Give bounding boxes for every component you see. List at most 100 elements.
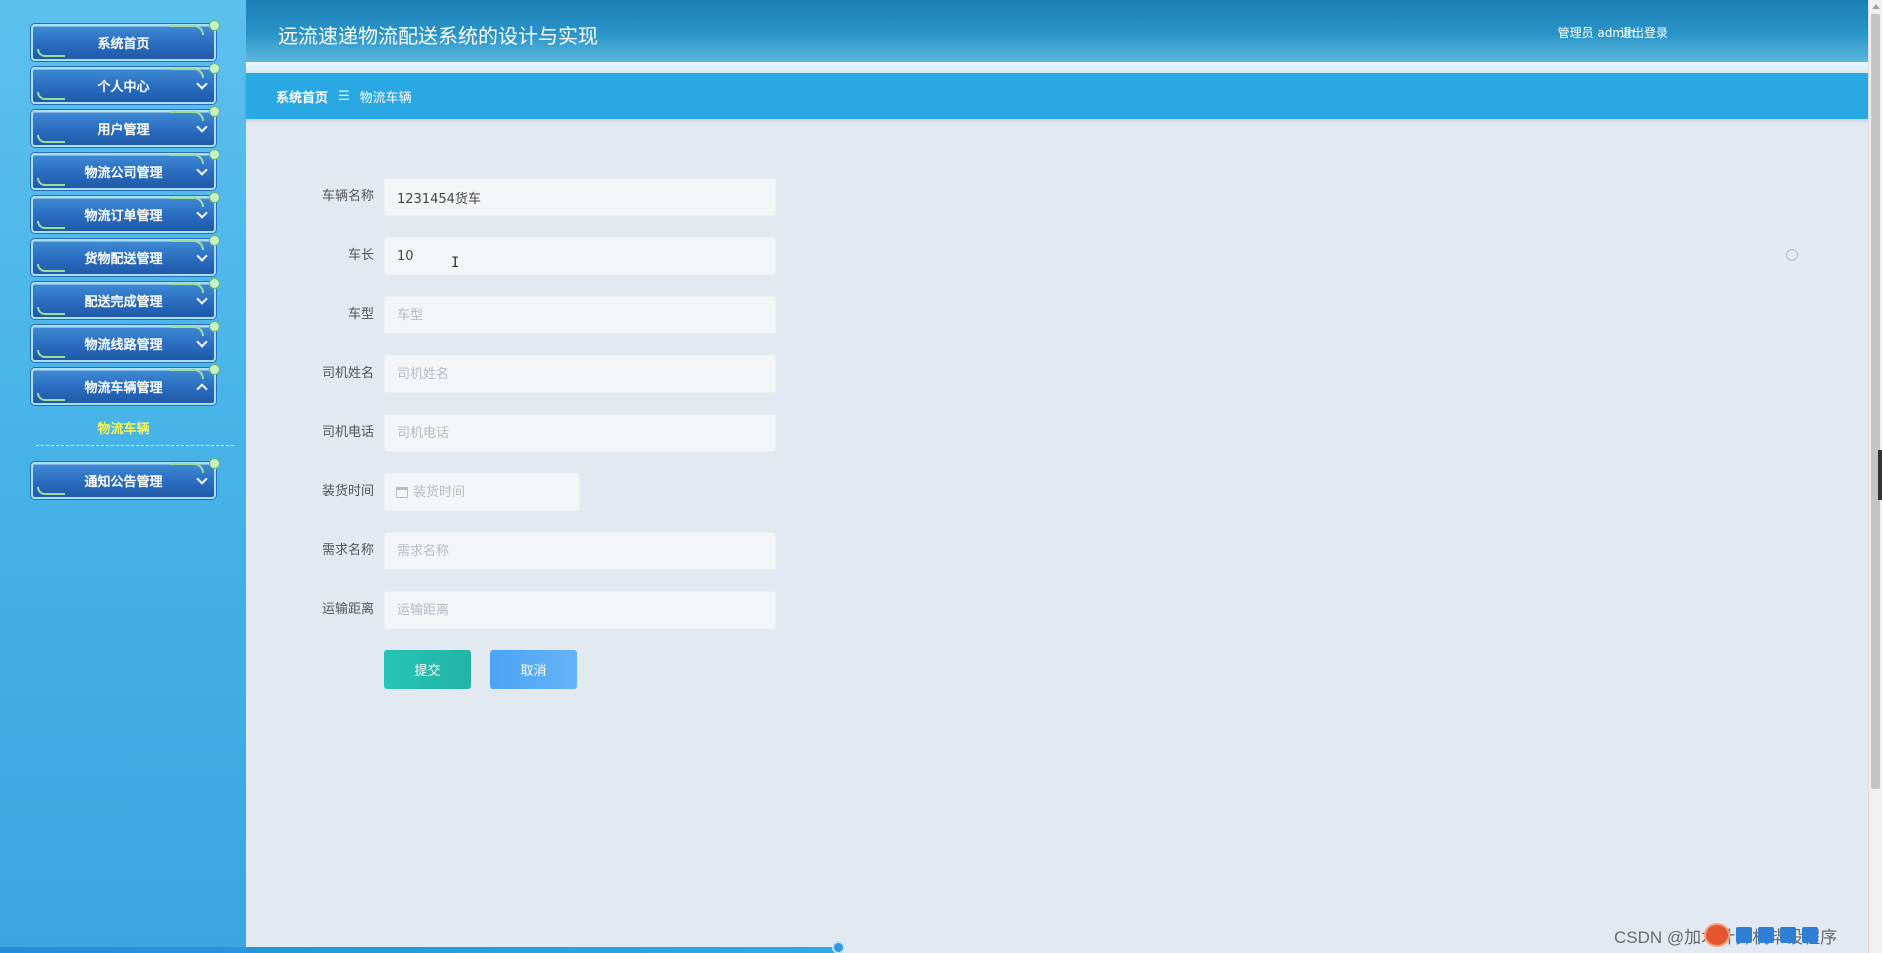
form-label: 装货时间 xyxy=(321,484,374,499)
ornament-icon xyxy=(37,135,65,143)
sidebar-item-label: 货物配送管理 xyxy=(84,252,163,267)
sidebar-subitem-vehicles[interactable]: 物流车辆 xyxy=(31,418,216,438)
sidebar-item-label: 通知公告管理 xyxy=(84,475,163,490)
sidebar-item-delivery[interactable]: 货物配送管理 xyxy=(31,235,220,276)
breadcrumb-separator-icon: ☰ xyxy=(338,88,350,104)
chevron-down-icon xyxy=(196,78,208,90)
submit-button[interactable]: 提交 xyxy=(384,650,471,689)
app-title: 远流速递物流配送系统的设计与实现 xyxy=(278,24,598,48)
sidebar-item-completed[interactable]: 配送完成管理 xyxy=(31,278,220,319)
sidebar-item-label: 个人中心 xyxy=(97,80,150,95)
ornament-dot-icon xyxy=(209,235,220,246)
tray-icon[interactable] xyxy=(1758,927,1774,943)
progress-knob[interactable] xyxy=(832,941,845,953)
header-divider xyxy=(246,62,1868,73)
chevron-down-icon xyxy=(196,336,208,348)
tray-icon[interactable] xyxy=(1736,927,1752,943)
sidebar-item-label: 物流车辆管理 xyxy=(84,381,163,396)
vehicle-length-input[interactable] xyxy=(384,237,776,275)
sidebar-item-label: 用户管理 xyxy=(97,123,150,138)
ornament-dot-icon xyxy=(209,192,220,203)
sidebar-item-routes[interactable]: 物流线路管理 xyxy=(31,321,220,362)
chevron-down-icon xyxy=(196,250,208,262)
sidebar-item-label: 系统首页 xyxy=(97,37,150,52)
ornament-icon xyxy=(37,92,65,100)
ornament-icon xyxy=(170,326,204,336)
distance-input[interactable] xyxy=(384,591,776,629)
sidebar: 系统首页 个人中心 用户管理 物流公司管理 物流订单管理 货物配送管理 配送完成… xyxy=(0,0,246,953)
sidebar-divider xyxy=(36,445,234,446)
ornament-icon xyxy=(170,154,204,164)
sidebar-item-orders[interactable]: 物流订单管理 xyxy=(31,192,220,233)
csdn-logo-icon xyxy=(1704,923,1730,947)
breadcrumb: 系统首页 ☰ 物流车辆 xyxy=(246,73,1868,119)
sidebar-item-notices[interactable]: 通知公告管理 xyxy=(31,458,220,499)
scroll-up-icon[interactable] xyxy=(1872,4,1880,9)
ornament-dot-icon xyxy=(209,149,220,160)
tray-icon[interactable] xyxy=(1780,927,1796,943)
ornament-icon xyxy=(170,283,204,293)
system-tray xyxy=(1704,921,1868,949)
form-label: 车型 xyxy=(347,307,374,322)
ornament-dot-icon xyxy=(209,20,220,31)
ornament-icon xyxy=(37,264,65,272)
driver-phone-input[interactable] xyxy=(384,414,776,452)
driver-name-input[interactable] xyxy=(384,355,776,393)
form-label: 运输距离 xyxy=(321,602,374,617)
ornament-icon xyxy=(170,111,204,121)
settings-circle-icon[interactable] xyxy=(1786,249,1798,261)
sidebar-item-users[interactable]: 用户管理 xyxy=(31,106,220,147)
scroll-marker xyxy=(1878,450,1882,500)
form-label: 需求名称 xyxy=(321,543,374,558)
chevron-down-icon xyxy=(196,473,208,485)
ornament-icon xyxy=(170,68,204,78)
vehicle-type-input[interactable] xyxy=(384,296,776,334)
text-cursor-icon: I xyxy=(451,255,460,271)
ornament-icon xyxy=(170,25,204,35)
loading-time-picker[interactable] xyxy=(384,473,580,511)
ornament-dot-icon xyxy=(209,278,220,289)
form-label: 司机姓名 xyxy=(321,366,374,381)
ornament-dot-icon xyxy=(209,106,220,117)
loading-time-input[interactable] xyxy=(413,474,573,510)
ornament-icon xyxy=(37,393,65,401)
form-label: 车长 xyxy=(347,248,374,263)
sidebar-item-profile[interactable]: 个人中心 xyxy=(31,63,220,104)
progress-track xyxy=(0,947,840,953)
chevron-down-icon xyxy=(196,121,208,133)
ornament-icon xyxy=(170,369,204,379)
breadcrumb-current: 物流车辆 xyxy=(359,90,412,106)
ornament-dot-icon xyxy=(209,63,220,74)
sidebar-item-vehicles[interactable]: 物流车辆管理 xyxy=(31,364,220,405)
sidebar-item-companies[interactable]: 物流公司管理 xyxy=(31,149,220,190)
sidebar-item-home[interactable]: 系统首页 xyxy=(31,20,220,61)
vehicle-name-input[interactable] xyxy=(384,178,776,216)
ornament-dot-icon xyxy=(209,458,220,469)
sidebar-item-label: 物流线路管理 xyxy=(84,338,163,353)
chevron-up-icon xyxy=(196,383,208,395)
ornament-icon xyxy=(170,197,204,207)
ornament-icon xyxy=(37,49,65,57)
breadcrumb-home[interactable]: 系统首页 xyxy=(276,87,328,106)
sidebar-item-label: 配送完成管理 xyxy=(84,295,163,310)
top-header: 远流速递物流配送系统的设计与实现 管理员 admin 退出登录 xyxy=(246,0,1868,62)
ornament-icon xyxy=(37,350,65,358)
form-label: 司机电话 xyxy=(321,425,374,440)
ornament-icon xyxy=(37,487,65,495)
demand-name-input[interactable] xyxy=(384,532,776,570)
cancel-button[interactable]: 取消 xyxy=(490,650,577,689)
tray-icon[interactable] xyxy=(1802,927,1818,943)
ornament-dot-icon xyxy=(209,364,220,375)
logout-link[interactable]: 退出登录 xyxy=(1620,24,1668,41)
calendar-icon xyxy=(396,487,408,498)
ornament-icon xyxy=(170,240,204,250)
chevron-down-icon xyxy=(196,293,208,305)
ornament-dot-icon xyxy=(209,321,220,332)
chevron-down-icon xyxy=(196,164,208,176)
ornament-icon xyxy=(37,307,65,315)
form-label: 车辆名称 xyxy=(321,189,374,204)
scrollbar-thumb[interactable] xyxy=(1871,14,1880,789)
chevron-down-icon xyxy=(196,207,208,219)
sidebar-item-label: 物流订单管理 xyxy=(84,209,163,224)
sidebar-item-label: 物流公司管理 xyxy=(84,166,163,181)
